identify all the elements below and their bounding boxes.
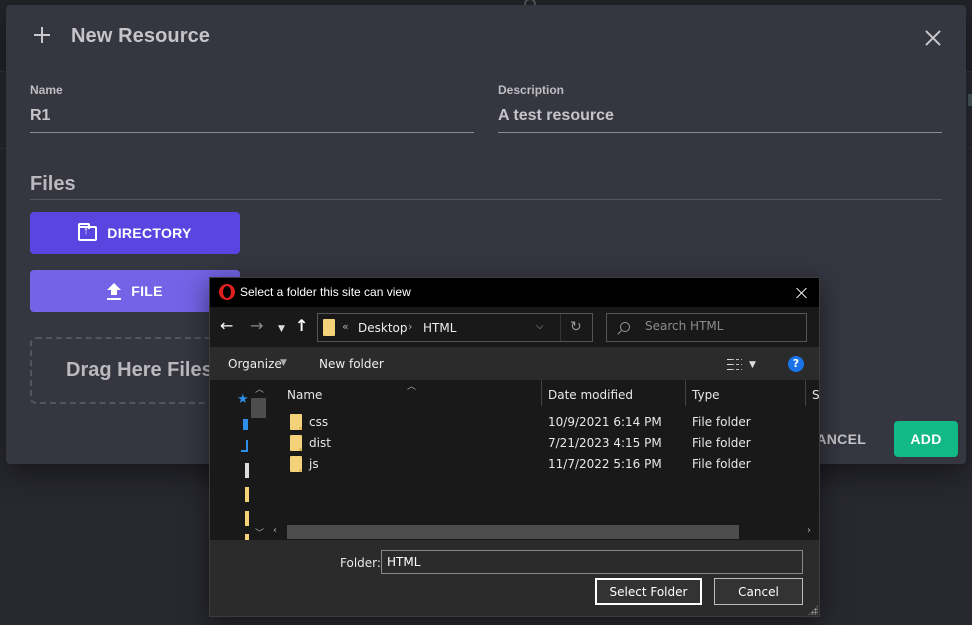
nav-folder-icon[interactable] (245, 487, 249, 502)
navigation-bar: ← → ▼ ↑ « Desktop › HTML ⌵ ↻ (210, 307, 819, 347)
name-label: Name (30, 83, 63, 97)
opera-logo-icon (219, 284, 235, 300)
file-date: 7/21/2023 4:15 PM (548, 436, 662, 450)
dialog-toolbar: Organize ▼ New folder ▼ ? (210, 347, 819, 380)
folder-icon (290, 435, 302, 451)
description-label: Description (498, 83, 565, 97)
dropzone-text: Drag Here Files (66, 359, 213, 381)
file-row[interactable]: dist 7/21/2023 4:15 PM File folder (270, 433, 819, 454)
scroll-right-icon[interactable]: › (807, 525, 811, 536)
sort-ascending-icon: ︿ (407, 382, 417, 392)
file-name: dist (309, 436, 331, 450)
file-row[interactable]: css 10/9/2021 6:14 PM File folder (270, 412, 819, 433)
nav-pane-scroll-up-icon[interactable]: ︿ (255, 382, 264, 395)
recent-locations-chevron-icon[interactable]: ▼ (278, 320, 285, 338)
column-separator[interactable] (685, 380, 686, 406)
view-options-caret-icon[interactable]: ▼ (749, 360, 756, 370)
horizontal-scrollbar-thumb[interactable] (287, 525, 739, 539)
file-name: js (309, 457, 319, 471)
scroll-left-icon[interactable]: ‹ (273, 525, 277, 536)
folder-icon (323, 319, 335, 336)
files-divider (30, 199, 942, 200)
file-type: File folder (692, 457, 751, 471)
folder-label: Folder: (340, 556, 381, 570)
address-divider (560, 314, 561, 341)
file-date: 11/7/2022 5:16 PM (548, 457, 662, 471)
breadcrumb-html[interactable]: HTML (423, 321, 456, 335)
upload-icon (107, 282, 122, 300)
nav-folder-icon[interactable] (245, 511, 249, 526)
file-date: 10/9/2021 6:14 PM (548, 415, 662, 429)
modal-header: New Resource (6, 5, 966, 69)
upload-directory-button[interactable]: DIRECTORY (30, 212, 240, 254)
name-field: Name (30, 83, 474, 133)
dialog-cancel-button[interactable]: Cancel (714, 578, 803, 605)
select-folder-button[interactable]: Select Folder (595, 578, 702, 605)
file-type: File folder (692, 415, 751, 429)
file-list: ︿ Name Date modified Type S css 10/9/202… (270, 380, 820, 540)
name-input[interactable] (30, 105, 474, 133)
horizontal-scrollbar[interactable]: ‹ › (270, 524, 819, 540)
address-bar[interactable]: « Desktop › HTML ⌵ ↻ (317, 313, 593, 342)
new-folder-button[interactable]: New folder (319, 357, 384, 371)
description-field: Description (498, 83, 942, 133)
breadcrumb-separator-icon[interactable]: › (408, 320, 412, 333)
dialog-close-icon[interactable] (792, 283, 812, 303)
column-separator[interactable] (805, 380, 806, 406)
description-input[interactable] (498, 105, 942, 133)
search-box[interactable] (606, 313, 807, 342)
organize-caret-icon[interactable]: ▼ (280, 358, 287, 368)
column-header-name[interactable]: Name (287, 388, 322, 402)
folder-icon (290, 414, 302, 430)
modal-title: New Resource (71, 25, 211, 47)
quick-access-star-icon[interactable]: ★ (237, 392, 249, 407)
column-header-size[interactable]: S (812, 388, 820, 402)
resize-grip-icon[interactable] (808, 605, 818, 615)
file-name: css (309, 415, 329, 429)
file-type: File folder (692, 436, 751, 450)
background-element (968, 94, 972, 106)
dialog-titlebar[interactable]: Select a folder this site can view (210, 278, 819, 307)
dialog-title: Select a folder this site can view (240, 285, 411, 299)
file-row[interactable]: js 11/7/2022 5:16 PM File folder (270, 454, 819, 475)
search-input[interactable] (645, 319, 795, 333)
nav-pane-scrollbar-thumb[interactable] (251, 398, 266, 418)
add-button[interactable]: ADD (894, 421, 958, 457)
forward-arrow-icon[interactable]: → (250, 317, 263, 335)
up-arrow-icon[interactable]: ↑ (295, 317, 308, 335)
organize-menu[interactable]: Organize (228, 357, 282, 371)
files-heading: Files (30, 173, 76, 195)
view-details-icon[interactable] (727, 359, 742, 370)
desktop-icon[interactable] (243, 419, 248, 430)
directory-button-label: DIRECTORY (107, 225, 192, 241)
plus-icon (32, 25, 52, 45)
folder-picker-dialog: Select a folder this site can view ← → ▼… (209, 277, 820, 617)
downloads-icon[interactable] (241, 440, 248, 452)
address-dropdown-chevron-icon[interactable]: ⌵ (536, 321, 544, 332)
file-button-label: FILE (131, 283, 163, 299)
nav-pane-scroll-down-icon[interactable]: ﹀ (255, 526, 264, 539)
folder-icon (290, 456, 302, 472)
overflow-chevron-icon[interactable]: « (342, 320, 349, 333)
folder-input[interactable] (381, 550, 803, 574)
refresh-icon[interactable]: ↻ (570, 319, 582, 335)
breadcrumb-desktop[interactable]: Desktop (358, 321, 408, 335)
close-icon[interactable] (922, 27, 944, 49)
column-header-date-modified[interactable]: Date modified (548, 388, 633, 402)
back-arrow-icon[interactable]: ← (220, 317, 233, 335)
nav-folder-icon[interactable] (245, 534, 249, 540)
folder-upload-icon (78, 222, 98, 241)
column-header-type[interactable]: Type (692, 388, 720, 402)
column-separator[interactable] (541, 380, 542, 406)
documents-icon[interactable] (245, 463, 249, 478)
search-icon (620, 322, 630, 332)
help-icon[interactable]: ? (788, 356, 804, 372)
